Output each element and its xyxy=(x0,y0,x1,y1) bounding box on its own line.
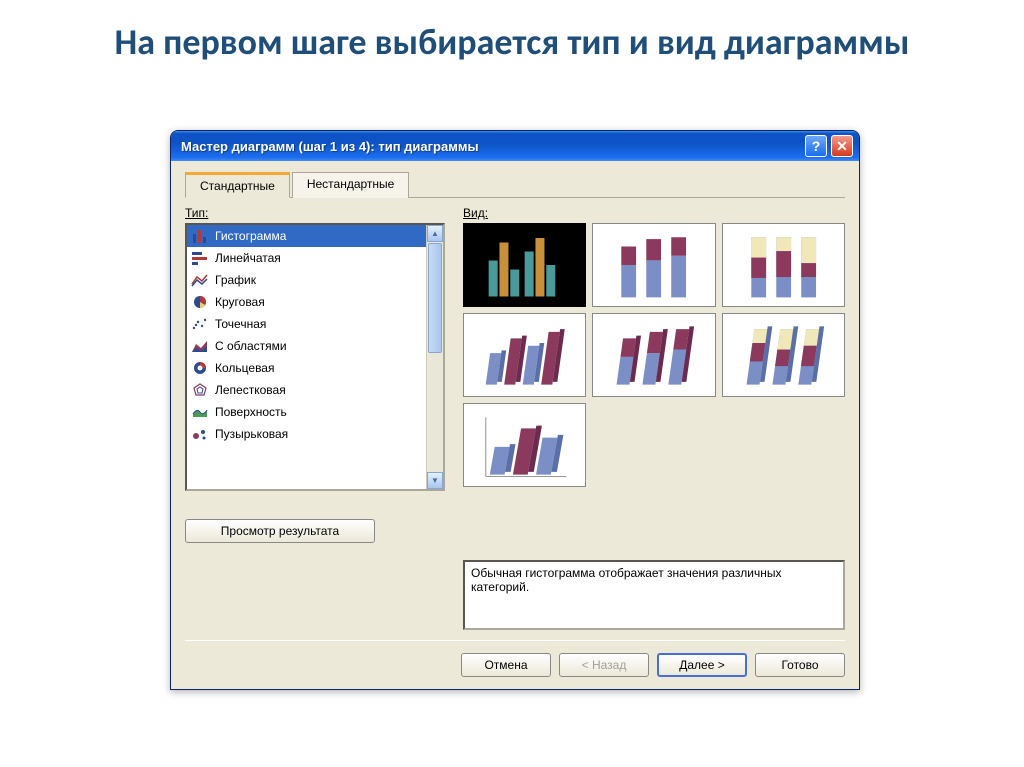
type-listbox[interactable]: Гистограмма Линейчатая Гра xyxy=(185,223,445,491)
listbox-scrollbar[interactable]: ▲ ▼ xyxy=(426,225,443,489)
list-item[interactable]: Лепестковая xyxy=(187,379,426,401)
scroll-down-icon[interactable]: ▼ xyxy=(427,472,443,489)
list-item[interactable]: Гистограмма xyxy=(187,225,426,247)
list-item-label: С областями xyxy=(215,339,287,353)
area-icon xyxy=(191,338,209,354)
list-item-label: Кольцевая xyxy=(215,361,274,375)
back-button: < Назад xyxy=(559,653,649,677)
bar-icon xyxy=(191,250,209,266)
chart-subtype[interactable] xyxy=(463,313,586,397)
surface-icon xyxy=(191,404,209,420)
list-item[interactable]: График xyxy=(187,269,426,291)
list-item[interactable]: Линейчатая xyxy=(187,247,426,269)
list-item[interactable]: Точечная xyxy=(187,313,426,335)
list-item-label: Гистограмма xyxy=(215,229,286,243)
scroll-track[interactable] xyxy=(427,354,443,472)
tab-nonstandard[interactable]: Нестандартные xyxy=(292,172,410,198)
finish-button[interactable]: Готово xyxy=(755,653,845,677)
list-item-label: Пузырьковая xyxy=(215,427,288,441)
chart-subtype[interactable] xyxy=(592,223,715,307)
list-item-label: Круговая xyxy=(215,295,265,309)
titlebar: Мастер диаграмм (шаг 1 из 4): тип диагра… xyxy=(171,131,859,161)
list-item-label: Лепестковая xyxy=(215,383,286,397)
chart-subtype[interactable] xyxy=(722,313,845,397)
dialog-footer: Отмена < Назад Далее > Готово xyxy=(185,640,845,677)
list-item[interactable]: Пузырьковая xyxy=(187,423,426,445)
next-button[interactable]: Далее > xyxy=(657,653,747,677)
preview-button[interactable]: Просмотр результата xyxy=(185,519,375,543)
tab-standard[interactable]: Стандартные xyxy=(185,172,290,198)
doughnut-icon xyxy=(191,360,209,376)
list-item-label: Поверхность xyxy=(215,405,287,419)
close-button[interactable]: ✕ xyxy=(831,135,853,157)
list-item-label: Точечная xyxy=(215,317,266,331)
pie-icon xyxy=(191,294,209,310)
radar-icon xyxy=(191,382,209,398)
slide-title: На первом шаге выбирается тип и вид диаг… xyxy=(0,0,1024,74)
chart-subtype[interactable] xyxy=(722,223,845,307)
histogram-icon xyxy=(191,228,209,244)
scroll-thumb[interactable] xyxy=(428,243,442,353)
line-icon xyxy=(191,272,209,288)
chart-subtype[interactable] xyxy=(463,403,586,487)
list-item[interactable]: С областями xyxy=(187,335,426,357)
chart-subtype[interactable] xyxy=(592,313,715,397)
tab-strip: Стандартные Нестандартные xyxy=(185,171,845,198)
scroll-up-icon[interactable]: ▲ xyxy=(427,225,443,242)
dialog-window: Мастер диаграмм (шаг 1 из 4): тип диагра… xyxy=(170,130,860,690)
subtype-description: Обычная гистограмма отображает значения … xyxy=(463,560,845,630)
chart-subtype-grid xyxy=(463,223,845,397)
help-button[interactable]: ? xyxy=(805,135,827,157)
view-label: Вид: xyxy=(463,206,845,220)
list-item-label: Линейчатая xyxy=(215,251,281,265)
list-item[interactable]: Круговая xyxy=(187,291,426,313)
cancel-button[interactable]: Отмена xyxy=(461,653,551,677)
scatter-icon xyxy=(191,316,209,332)
type-label: Тип: xyxy=(185,206,445,220)
chart-subtype[interactable] xyxy=(463,223,586,307)
window-title: Мастер диаграмм (шаг 1 из 4): тип диагра… xyxy=(181,139,805,154)
list-item[interactable]: Кольцевая xyxy=(187,357,426,379)
bubble-icon xyxy=(191,426,209,442)
list-item-label: График xyxy=(215,273,256,287)
list-item[interactable]: Поверхность xyxy=(187,401,426,423)
